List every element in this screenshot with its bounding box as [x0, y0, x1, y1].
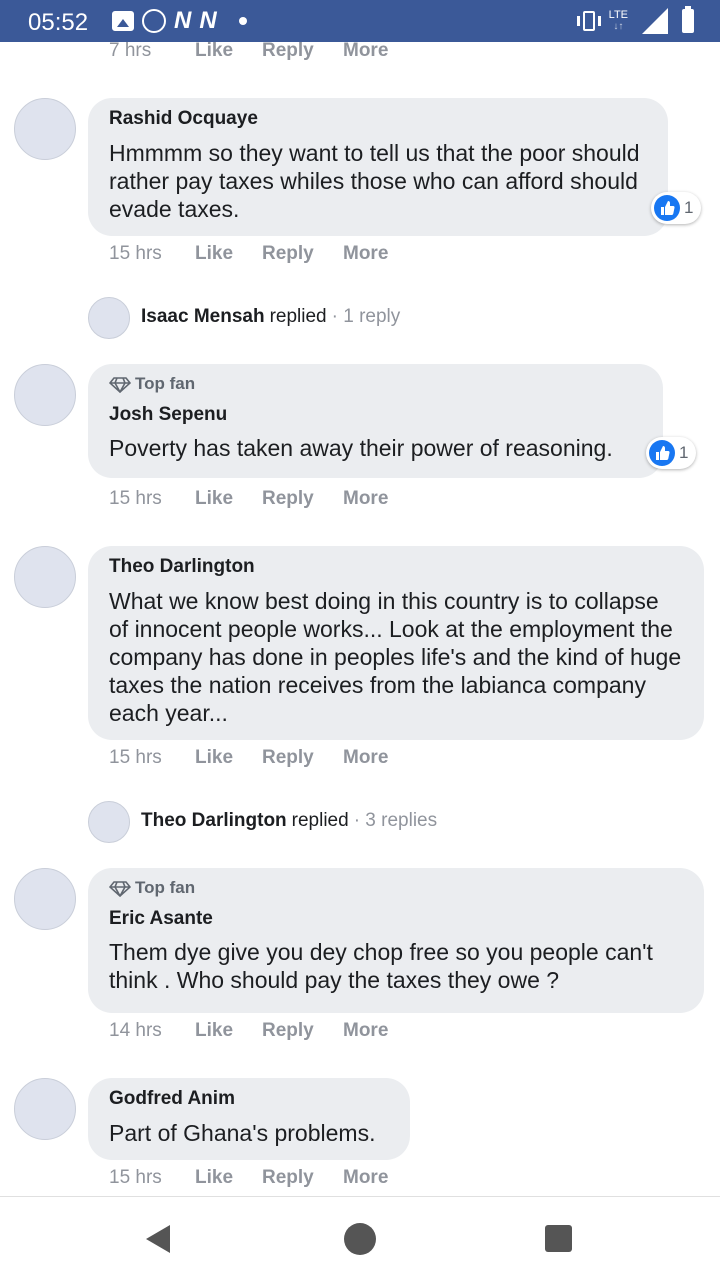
comment-text: Poverty has taken away their power of re…: [109, 435, 613, 461]
navigation-bar: [0, 1196, 720, 1280]
reaction-number: 1: [679, 443, 689, 462]
replier-name[interactable]: Theo Darlington: [141, 810, 287, 832]
reaction-count[interactable]: 1: [646, 437, 697, 469]
comment-time: 14 hrs: [109, 1020, 162, 1041]
like-icon: [654, 195, 680, 221]
comment-text: Hmmmm so they want to tell us that the p…: [109, 140, 640, 222]
vibrate-icon: [576, 11, 601, 31]
comment-text: Them dye give you dey chop free so you p…: [109, 939, 653, 993]
top-fan-badge: Top fan: [109, 374, 643, 394]
clock: 05:52: [28, 9, 89, 36]
reply-link[interactable]: Reply: [262, 488, 343, 510]
avatar[interactable]: [14, 98, 76, 160]
n-icon: N: [174, 7, 192, 34]
whatsapp-icon: [142, 9, 166, 33]
top-fan-badge: Top fan: [109, 878, 684, 898]
badge-label: Top fan: [135, 374, 196, 393]
view-replies-link[interactable]: Theo Darlington replied · 3 replies: [141, 809, 437, 833]
reply-link[interactable]: Reply: [262, 1167, 343, 1189]
system-icons: LTE ↓↑: [576, 6, 694, 36]
more-link[interactable]: More: [343, 42, 388, 62]
status-bar: 05:52 N N LTE ↓↑: [0, 0, 720, 42]
comment-time: 15 hrs: [109, 243, 162, 264]
more-link[interactable]: More: [343, 1167, 388, 1189]
like-link[interactable]: Like: [195, 1020, 262, 1042]
reply-avatar[interactable]: [88, 801, 130, 843]
more-link[interactable]: More: [343, 243, 388, 265]
diamond-icon: [109, 881, 131, 897]
recent-apps-icon[interactable]: [545, 1225, 572, 1252]
like-icon: [649, 440, 675, 466]
comment-bubble[interactable]: Godfred Anim Part of Ghana's problems.: [88, 1078, 410, 1160]
comment-time: 15 hrs: [109, 1167, 162, 1188]
battery-icon: [682, 6, 694, 33]
more-link[interactable]: More: [343, 1020, 388, 1042]
image-icon: [112, 11, 134, 31]
commenter-name[interactable]: Eric Asante: [109, 908, 684, 930]
more-link[interactable]: More: [343, 488, 388, 510]
reaction-number: 1: [684, 198, 694, 217]
like-link[interactable]: Like: [195, 747, 262, 769]
home-icon[interactable]: [344, 1223, 376, 1255]
comment-bubble[interactable]: Rashid Ocquaye Hmmmm so they want to tel…: [88, 98, 668, 236]
replier-name[interactable]: Isaac Mensah: [141, 306, 265, 328]
commenter-name[interactable]: Theo Darlington: [109, 556, 684, 578]
comment-meta-row: 7 hrs Like Reply More: [109, 42, 388, 63]
comment-bubble[interactable]: Top fan Josh Sepenu Poverty has taken aw…: [88, 364, 663, 478]
reply-link[interactable]: Reply: [262, 42, 343, 62]
back-icon[interactable]: [146, 1225, 170, 1253]
diamond-icon: [109, 377, 131, 393]
commenter-name[interactable]: Josh Sepenu: [109, 404, 643, 426]
network-type: LTE: [608, 9, 628, 21]
comment-bubble[interactable]: Theo Darlington What we know best doing …: [88, 546, 704, 740]
avatar[interactable]: [14, 868, 76, 930]
commenter-name[interactable]: Rashid Ocquaye: [109, 108, 648, 130]
avatar[interactable]: [14, 546, 76, 608]
like-link[interactable]: Like: [195, 42, 262, 62]
comment-meta-row: 15 hrs Like Reply More: [109, 242, 388, 266]
reply-link[interactable]: Reply: [262, 747, 343, 769]
network-arrows: ↓↑: [613, 21, 624, 32]
more-link[interactable]: More: [343, 747, 388, 769]
commenter-name[interactable]: Godfred Anim: [109, 1088, 390, 1110]
comment-bubble[interactable]: Top fan Eric Asante Them dye give you de…: [88, 868, 704, 1013]
replied-label: replied: [269, 306, 327, 327]
reply-count[interactable]: · 3 replies: [354, 810, 437, 832]
comment-time: 15 hrs: [109, 488, 162, 509]
avatar[interactable]: [14, 364, 76, 426]
signal-icon: [642, 8, 668, 34]
view-replies-link[interactable]: Isaac Mensah replied · 1 reply: [141, 305, 400, 329]
lte-icon: LTE ↓↑: [608, 9, 628, 33]
comment-meta-row: 15 hrs Like Reply More: [109, 487, 388, 511]
comment-meta-row: 14 hrs Like Reply More: [109, 1019, 388, 1043]
dot-icon: [238, 17, 247, 25]
comment-time: 15 hrs: [109, 747, 162, 768]
replied-label: replied: [291, 810, 349, 831]
comment-meta-row: 15 hrs Like Reply More: [109, 746, 388, 770]
comment-text: What we know best doing in this country …: [109, 588, 682, 726]
comment-time: 7 hrs: [109, 42, 152, 61]
like-link[interactable]: Like: [195, 488, 262, 510]
reply-link[interactable]: Reply: [262, 1020, 343, 1042]
like-link[interactable]: Like: [195, 1167, 262, 1189]
comment-feed[interactable]: 7 hrs Like Reply More Rashid Ocquaye Hmm…: [0, 42, 720, 1196]
reply-avatar[interactable]: [88, 297, 130, 339]
avatar[interactable]: [14, 1078, 76, 1140]
reaction-count[interactable]: 1: [651, 192, 702, 224]
reply-link[interactable]: Reply: [262, 243, 343, 265]
badge-label: Top fan: [135, 878, 196, 897]
comment-meta-row: 15 hrs Like Reply More: [109, 1166, 388, 1190]
n-icon: N: [199, 7, 217, 34]
comment-text: Part of Ghana's problems.: [109, 1120, 376, 1146]
like-link[interactable]: Like: [195, 243, 262, 265]
notification-icons: N N: [112, 9, 247, 33]
reply-count[interactable]: · 1 reply: [332, 306, 401, 328]
